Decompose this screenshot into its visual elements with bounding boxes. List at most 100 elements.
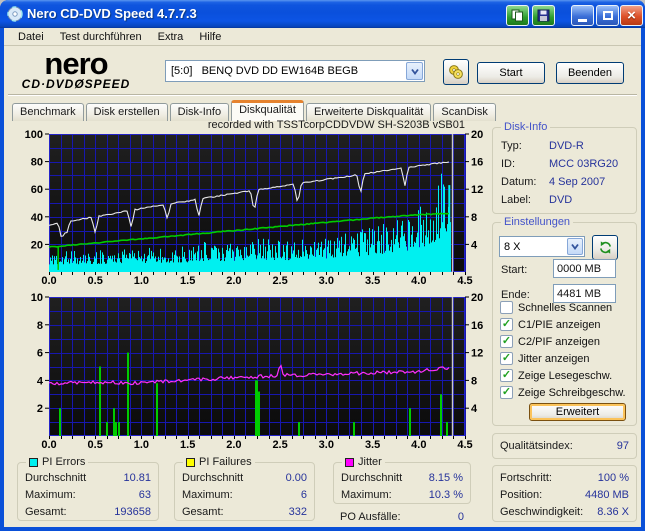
pi-errors-title: PI Errors [42, 456, 86, 468]
close-icon: × [627, 7, 636, 24]
checkbox-label: Schnelles Scannen [518, 301, 613, 314]
stat-value: 10.81 [123, 471, 151, 484]
disk-id-label: ID: [501, 158, 516, 170]
start-field-input[interactable] [553, 259, 616, 278]
refresh-icon [599, 241, 611, 254]
svg-text:3.0: 3.0 [319, 275, 334, 287]
svg-text:12: 12 [471, 348, 483, 360]
disk-datum-label: Datum: [501, 176, 537, 188]
svg-text:16: 16 [471, 157, 483, 169]
maximize-button[interactable] [596, 5, 619, 26]
menu-item-datei[interactable]: Datei [10, 29, 52, 45]
checkbox-label: Jitter anzeigen [518, 352, 590, 365]
settings-title: Einstellungen [501, 216, 574, 228]
disk-info-row: Typ: DVD-R [493, 137, 636, 155]
stat-value: 0.00 [285, 471, 307, 484]
stat-value: 6 [300, 488, 307, 501]
svg-text:2.5: 2.5 [272, 439, 287, 451]
quality-index-label: Qualitätsindex: [500, 440, 573, 452]
speed-select[interactable]: 8 X [499, 236, 585, 257]
svg-text:1.0: 1.0 [134, 275, 149, 287]
svg-text:4.0: 4.0 [411, 275, 426, 287]
pie-quality-chart: 20 40 60 80 100 4 8 12 16 20 0.0 0.5 1.0 1.5 2.0 2.5 3.0… [25, 119, 484, 287]
minimize-icon [578, 18, 587, 22]
refresh-button[interactable] [592, 235, 618, 260]
checkbox-schreibgeschw[interactable]: Zeige Schreibgeschw. [500, 386, 632, 399]
menu-bar: Datei Test durchführen Extra Hilfe [4, 28, 641, 46]
drive-select-value: [5:0] BENQ DVD DD EW164B BEGB [171, 65, 359, 77]
checkbox-label: C2/PIF anzeigen [518, 335, 600, 348]
svg-text:10: 10 [31, 292, 43, 304]
nero-logo: nero CD·DVDØSPEED [16, 48, 136, 90]
disk-info-row: ID: MCC 03RG20 [493, 155, 636, 173]
checkbox-schnelles-scannen[interactable]: Schnelles Scannen [500, 301, 632, 314]
svg-text:0.5: 0.5 [88, 275, 103, 287]
title-bar[interactable]: Nero CD-DVD Speed 4.7.7.3 × [0, 0, 645, 28]
start-button[interactable]: Start [477, 62, 545, 84]
menu-item-hilfe[interactable]: Hilfe [191, 29, 229, 45]
close-button[interactable]: × [620, 5, 643, 26]
maximize-icon [602, 11, 613, 20]
checkbox-box[interactable] [500, 386, 513, 399]
jitter-group: Jitter Durchschnitt 8.15 % Maximum: 10.3 % [333, 456, 471, 504]
disk-label-label: Label: [501, 194, 531, 206]
checkbox-box[interactable] [500, 369, 513, 382]
stat-label: Durchschnitt [25, 471, 87, 484]
stat-value: 332 [288, 505, 307, 518]
po-failures-row: PO Ausfälle: 0 [333, 508, 471, 525]
checkbox-box[interactable] [500, 318, 513, 331]
pif-jitter-chart: 2 4 6 8 10 4 8 12 16 20 0.0 0.5 1.0 1.5 2.0 2.5 3.0 3.5 4.… [31, 292, 484, 451]
quality-index-value: 97 [616, 440, 629, 452]
disk-datum-value: 4 Sep 2007 [549, 176, 606, 188]
disc-action-button[interactable] [443, 59, 469, 85]
menu-item-extra[interactable]: Extra [150, 29, 192, 45]
checkbox-label: Zeige Lesegeschw. [518, 369, 613, 382]
svg-text:recorded with TSSTcorpCDDVDW S: recorded with TSSTcorpCDDVDW SH-S203B vS… [208, 119, 465, 131]
save-button[interactable] [532, 5, 555, 26]
checkbox-jitter[interactable]: Jitter anzeigen [500, 352, 632, 365]
svg-text:3.5: 3.5 [365, 275, 380, 287]
svg-text:2: 2 [37, 403, 43, 415]
speed-select-arrow[interactable] [567, 238, 583, 255]
svg-text:60: 60 [31, 184, 43, 196]
stat-label: Maximum: [25, 488, 76, 501]
window-title: Nero CD-DVD Speed 4.7.7.3 [27, 6, 197, 21]
svg-text:2.0: 2.0 [226, 439, 241, 451]
checkbox-box[interactable] [500, 352, 513, 365]
disk-id-value: MCC 03RG20 [549, 158, 619, 170]
discs-icon [449, 65, 463, 79]
stat-label: Gesamt: [182, 505, 224, 518]
po-failures-label: PO Ausfälle: [340, 510, 401, 523]
settings-checkboxes: Schnelles Scannen C1/PIE anzeigen C2/PIF… [500, 301, 632, 403]
advanced-button[interactable]: Erweitert [529, 403, 626, 421]
stat-label: Durchschnitt [182, 471, 244, 484]
settings-group: Einstellungen 8 X Start: Ende: S [492, 216, 637, 426]
quit-button[interactable]: Beenden [556, 62, 624, 84]
svg-text:0.5: 0.5 [88, 439, 103, 451]
chevron-down-icon [571, 243, 579, 250]
position-label: Position: [500, 488, 543, 501]
checkbox-c1-pie[interactable]: C1/PIE anzeigen [500, 318, 632, 331]
stat-value: 63 [138, 488, 151, 501]
checkbox-box[interactable] [500, 301, 513, 314]
svg-text:4.0: 4.0 [411, 439, 426, 451]
progress-label: Fortschritt: [500, 471, 552, 484]
svg-text:80: 80 [31, 157, 43, 169]
copy-button[interactable] [506, 5, 529, 26]
quality-index-group: Qualitätsindex: 97 [492, 433, 637, 459]
checkbox-c2-pif[interactable]: C2/PIF anzeigen [500, 335, 632, 348]
app-icon [7, 6, 23, 22]
svg-text:100: 100 [25, 129, 43, 141]
progress-group: Fortschritt: 100 % Position: 4480 MB Gesch… [492, 465, 637, 522]
drive-select-arrow[interactable] [406, 62, 423, 80]
stat-label: Maximum: [182, 488, 233, 501]
disk-typ-label: Typ: [501, 140, 522, 152]
checkbox-lesegeschw[interactable]: Zeige Lesegeschw. [500, 369, 632, 382]
checkbox-box[interactable] [500, 335, 513, 348]
menu-item-test[interactable]: Test durchführen [52, 29, 150, 45]
po-failures-value: 0 [457, 510, 464, 523]
disk-info-row: Label: DVD [493, 191, 636, 209]
stat-value: 8.15 % [428, 471, 463, 484]
drive-select[interactable]: [5:0] BENQ DVD DD EW164B BEGB [165, 60, 425, 82]
minimize-button[interactable] [571, 5, 594, 26]
